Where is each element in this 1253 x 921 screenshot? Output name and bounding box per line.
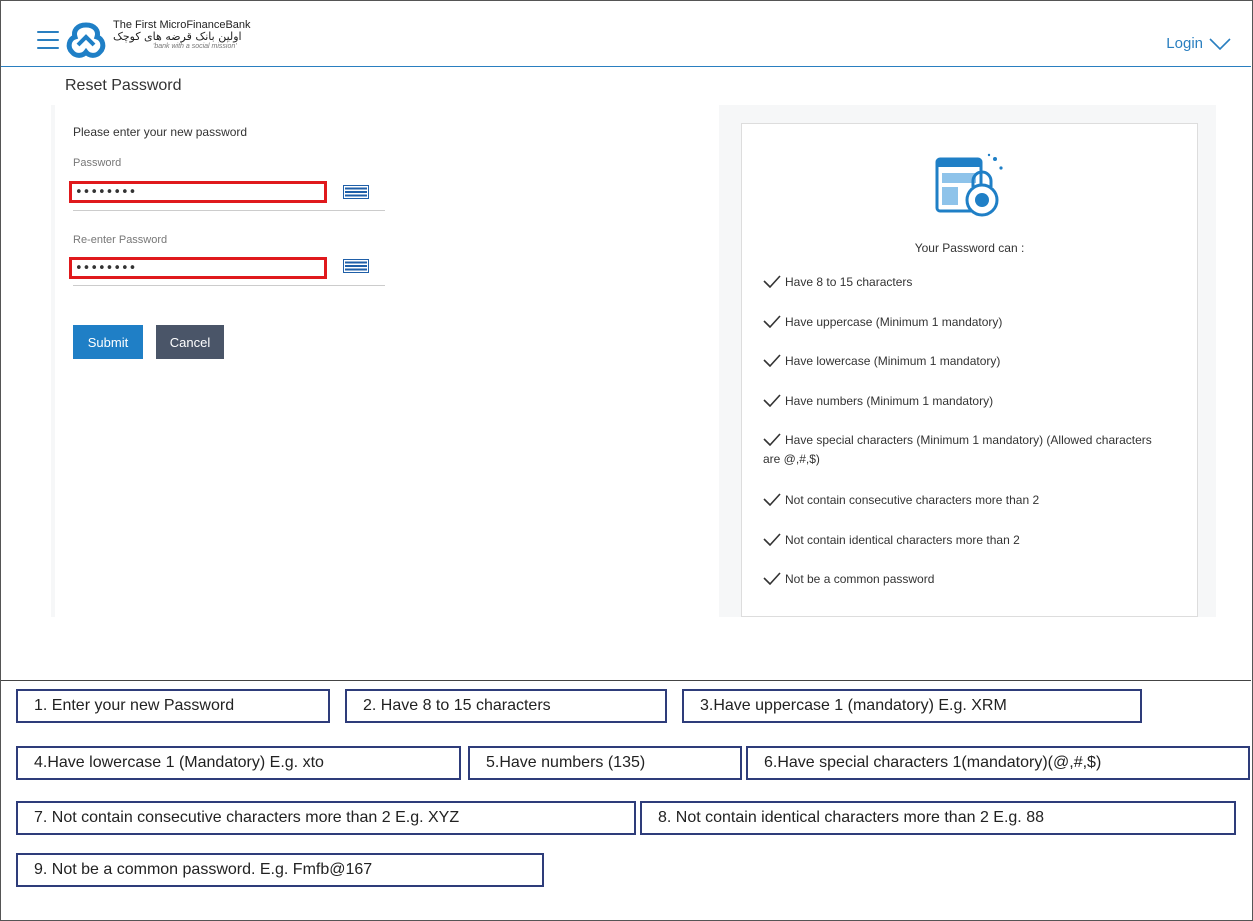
submit-button[interactable]: Submit — [73, 325, 143, 359]
check-icon — [763, 394, 781, 408]
check-icon — [763, 433, 781, 447]
caption-box: 3.Have uppercase 1 (mandatory) E.g. XRM — [682, 689, 1142, 723]
caption-box: 5.Have numbers (135) — [468, 746, 742, 780]
bank-name: The First MicroFinanceBank اولین بانک قر… — [113, 19, 251, 51]
rule-text: Have 8 to 15 characters — [785, 275, 913, 289]
secure-lock-icon — [935, 153, 1003, 217]
caption-box: 4.Have lowercase 1 (Mandatory) E.g. xto — [16, 746, 461, 780]
password-input[interactable] — [69, 181, 327, 203]
password-field — [69, 181, 385, 207]
bank-logo — [66, 22, 106, 58]
check-icon — [763, 354, 781, 368]
rule-item: Have numbers (Minimum 1 mandatory) — [763, 392, 1183, 411]
keyboard-icon[interactable] — [343, 185, 369, 199]
form-instruction: Please enter your new password — [73, 125, 248, 139]
caption-box: 8. Not contain identical characters more… — [640, 801, 1236, 835]
rule-text: Not be a common password — [785, 572, 935, 586]
reenter-password-input[interactable] — [69, 257, 327, 279]
rule-text: Not contain identical characters more th… — [785, 533, 1020, 547]
bank-name-persian: اولین بانک قرضه های کوچک — [113, 30, 242, 44]
caption-box: 7. Not contain consecutive characters mo… — [16, 801, 636, 835]
check-icon — [763, 533, 781, 547]
page-title: Reset Password — [65, 77, 182, 94]
rule-item: Have special characters (Minimum 1 manda… — [763, 431, 1153, 468]
rule-item: Have uppercase (Minimum 1 mandatory) — [763, 313, 1183, 332]
login-menu[interactable]: Login — [1166, 35, 1231, 52]
keyboard-icon[interactable] — [343, 259, 369, 273]
reenter-password-field — [69, 257, 385, 283]
check-icon — [763, 275, 781, 289]
rule-item: Not be a common password — [763, 570, 1183, 589]
rule-item: Have lowercase (Minimum 1 mandatory) — [763, 352, 1183, 371]
rule-item: Not contain identical characters more th… — [763, 531, 1183, 550]
check-icon — [763, 315, 781, 329]
check-icon — [763, 493, 781, 507]
rule-text: Not contain consecutive characters more … — [785, 493, 1040, 507]
rule-text: Have numbers (Minimum 1 mandatory) — [785, 394, 994, 408]
password-label: Password — [73, 157, 122, 169]
chevron-down-icon — [1209, 37, 1231, 50]
caption-box: 1. Enter your new Password — [16, 689, 330, 723]
rule-item: Have 8 to 15 characters — [763, 273, 1183, 292]
reenter-password-underline — [73, 285, 385, 286]
rule-text: Have lowercase (Minimum 1 mandatory) — [785, 354, 1001, 368]
caption-box: 9. Not be a common password. E.g. Fmfb@1… — [16, 853, 544, 887]
hamburger-icon[interactable] — [37, 31, 59, 49]
bank-tagline: 'bank with a social mission' — [153, 43, 237, 51]
rule-text: Have uppercase (Minimum 1 mandatory) — [785, 315, 1003, 329]
login-label: Login — [1166, 35, 1203, 52]
check-icon — [763, 572, 781, 586]
password-underline — [73, 210, 385, 211]
cancel-button[interactable]: Cancel — [156, 325, 224, 359]
rules-title: Your Password can : — [914, 241, 1025, 255]
app-window: The First MicroFinanceBank اولین بانک قر… — [1, 1, 1251, 681]
caption-box: 6.Have special characters 1(mandatory)(@… — [746, 746, 1250, 780]
top-header: The First MicroFinanceBank اولین بانک قر… — [1, 1, 1251, 67]
caption-box: 2. Have 8 to 15 characters — [345, 689, 667, 723]
rule-item: Not contain consecutive characters more … — [763, 491, 1183, 510]
reenter-password-label: Re-enter Password — [73, 234, 168, 246]
rule-text: Have special characters (Minimum 1 manda… — [763, 433, 1152, 466]
